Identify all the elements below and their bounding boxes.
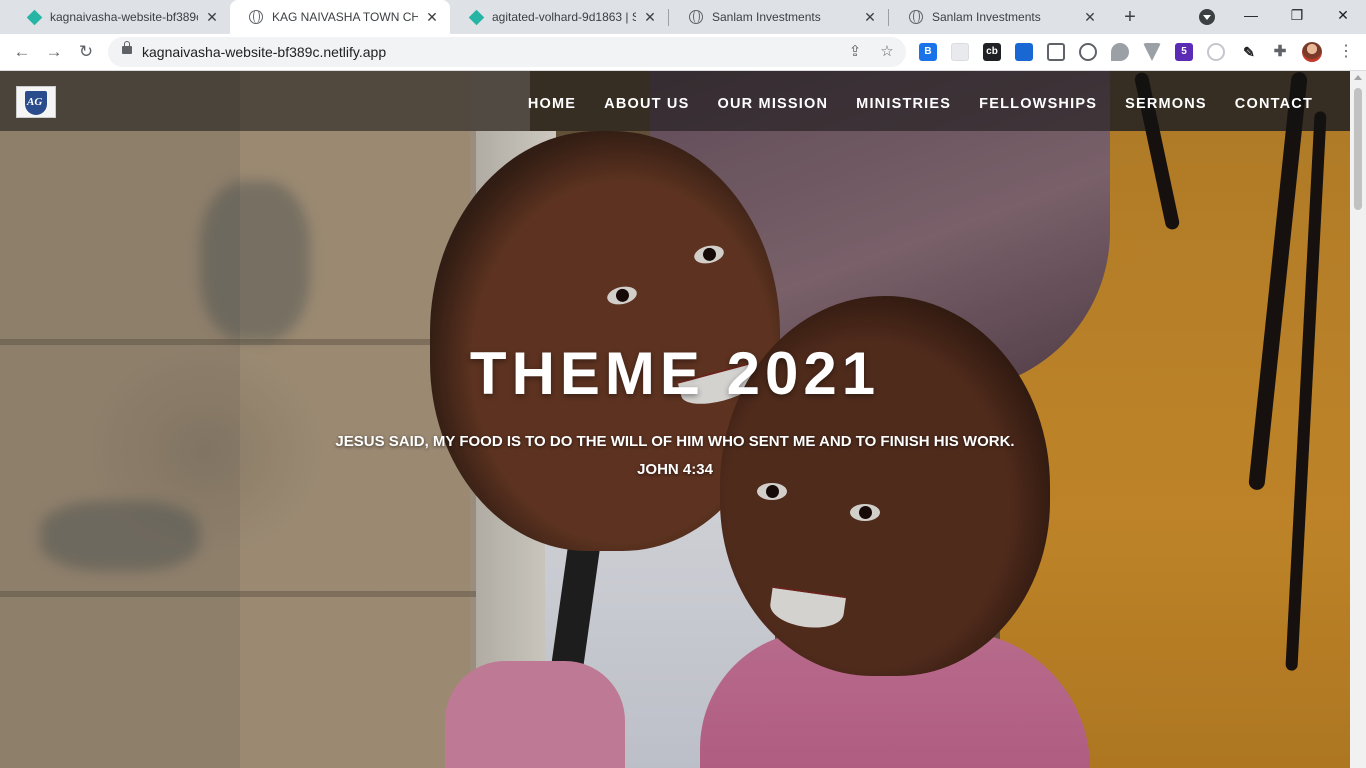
nav-ministries-link[interactable]: MINISTRIES <box>856 96 951 112</box>
nav-links: HOME ABOUT US OUR MISSION MINISTRIES FEL… <box>528 96 1313 112</box>
five-badge-extension-icon[interactable]: 5 <box>1175 43 1193 61</box>
netlify-diamond-icon <box>468 9 484 25</box>
tab-title: KAG NAIVASHA TOWN CHUR <box>272 10 418 24</box>
site-navbar: AG HOME ABOUT US OUR MISSION MINISTRIES … <box>0 71 1350 131</box>
hero-title: THEME 2021 <box>469 340 881 407</box>
nav-home-link[interactable]: HOME <box>528 96 576 112</box>
close-tab-icon[interactable]: ✕ <box>642 9 658 25</box>
speech-extension-icon[interactable] <box>1111 43 1129 61</box>
back-arrow-icon[interactable]: ← <box>10 40 34 64</box>
url-text[interactable]: kagnaivasha-website-bf389c.netlify.app <box>142 44 386 60</box>
scrollbar-thumb[interactable] <box>1354 88 1362 210</box>
vue-extension-icon[interactable] <box>1143 43 1161 61</box>
tab-strip: kagnaivasha-website-bf389c ✕ KAG NAIVASH… <box>0 0 1366 34</box>
eyedropper-extension-icon[interactable]: ✎ <box>1240 43 1258 61</box>
browser-tab[interactable]: Sanlam Investments ✕ <box>890 0 1108 34</box>
page-viewport: AG HOME ABOUT US OUR MISSION MINISTRIES … <box>0 71 1350 768</box>
netlify-diamond-icon <box>26 9 42 25</box>
tab-title: kagnaivasha-website-bf389c <box>50 10 198 24</box>
address-bar[interactable]: kagnaivasha-website-bf389c.netlify.app ⇪… <box>108 37 906 67</box>
menu-kebab-icon[interactable]: ⋮ <box>1338 42 1354 62</box>
browser-tab[interactable]: Sanlam Investments ✕ <box>670 0 888 34</box>
restore-icon[interactable]: ❐ <box>1274 0 1320 30</box>
box-extension-icon[interactable] <box>1015 43 1033 61</box>
tab-separator <box>668 9 669 26</box>
browser-tab[interactable]: agitated-volhard-9d1863 | Sit ✕ <box>450 0 668 34</box>
share-icon[interactable]: ⇪ <box>846 43 864 61</box>
new-tab-plus-icon[interactable]: + <box>1118 5 1142 29</box>
scroll-up-arrow-icon[interactable] <box>1354 75 1362 80</box>
extensions-puzzle-icon[interactable]: ✚ <box>1271 43 1289 61</box>
globe-icon <box>908 9 924 25</box>
close-tab-icon[interactable]: ✕ <box>1082 9 1098 25</box>
close-tab-icon[interactable]: ✕ <box>862 9 878 25</box>
close-tab-icon[interactable]: ✕ <box>424 9 440 25</box>
nav-about-link[interactable]: ABOUT US <box>604 96 689 112</box>
globe-icon <box>248 9 264 25</box>
browser-toolbar: ← → ↻ kagnaivasha-website-bf389c.netlify… <box>0 34 1366 71</box>
forward-arrow-icon[interactable]: → <box>42 40 66 64</box>
code-extension-icon[interactable] <box>1079 43 1097 61</box>
tab-separator <box>888 9 889 26</box>
nav-sermons-link[interactable]: SERMONS <box>1125 96 1207 112</box>
nav-contact-link[interactable]: CONTACT <box>1235 96 1313 112</box>
tab-title: Sanlam Investments <box>712 10 821 24</box>
browser-tab-active[interactable]: KAG NAIVASHA TOWN CHUR ✕ <box>230 0 450 34</box>
tab-title: agitated-volhard-9d1863 | Sit <box>492 10 636 24</box>
nav-mission-link[interactable]: OUR MISSION <box>717 96 828 112</box>
screenshot-extension-icon[interactable] <box>1047 43 1065 61</box>
tab-title: Sanlam Investments <box>932 10 1041 24</box>
reload-icon[interactable]: ↻ <box>74 40 98 64</box>
globe-icon <box>688 9 704 25</box>
nav-fellowships-link[interactable]: FELLOWSHIPS <box>979 96 1097 112</box>
tab-search-icon[interactable] <box>1199 9 1215 25</box>
window-close-icon[interactable]: ✕ <box>1320 0 1366 30</box>
minimize-icon[interactable]: — <box>1228 0 1274 30</box>
blank-extension-icon[interactable] <box>951 43 969 61</box>
profile-avatar[interactable] <box>1302 42 1322 62</box>
hero-verse-reference: JOHN 4:34 <box>637 461 713 478</box>
close-tab-icon[interactable]: ✕ <box>204 9 220 25</box>
browser-tab[interactable]: kagnaivasha-website-bf389c ✕ <box>8 0 230 34</box>
cb-extension-icon[interactable]: cb <box>983 43 1001 61</box>
church-logo[interactable]: AG <box>16 86 56 118</box>
hero-verse: JESUS SAID, MY FOOD IS TO DO THE WILL OF… <box>335 433 1015 450</box>
page-scrollbar[interactable] <box>1350 71 1366 768</box>
hero-shade-overlay <box>0 71 1350 768</box>
bookmark-star-icon[interactable]: ☆ <box>878 43 896 61</box>
hero-background-image <box>0 71 1350 768</box>
logo-text: AG <box>27 96 43 108</box>
b-extension-icon[interactable]: B <box>919 43 937 61</box>
lock-icon[interactable] <box>122 41 132 54</box>
circle-extension-icon[interactable] <box>1207 43 1225 61</box>
